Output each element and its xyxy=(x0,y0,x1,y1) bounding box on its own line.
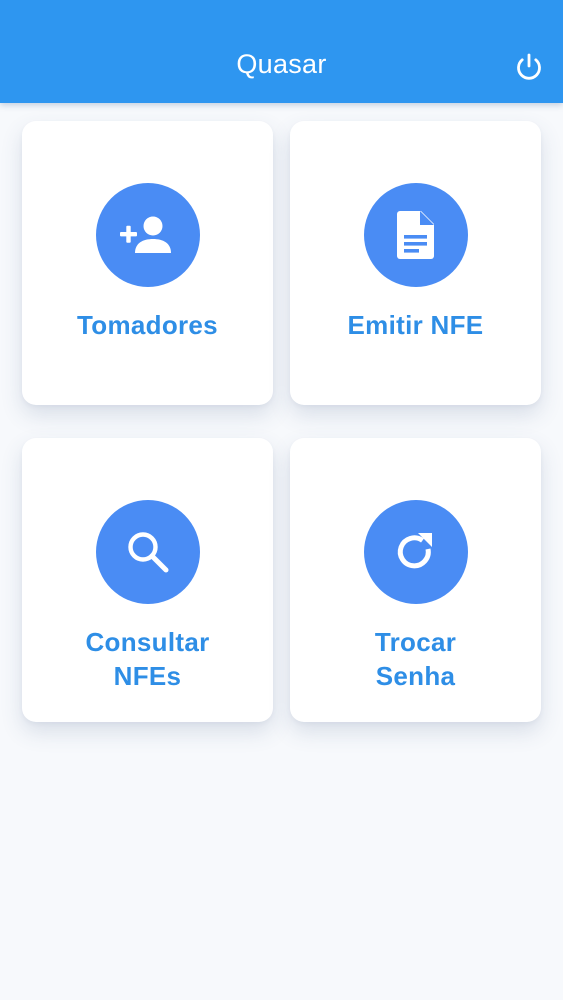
app-bar: Quasar xyxy=(0,0,563,103)
menu-card-trocar-senha[interactable]: Trocar Senha xyxy=(290,438,541,722)
label-line: Consultar xyxy=(85,627,210,657)
icon-circle xyxy=(96,500,200,604)
label-line: Senha xyxy=(375,661,456,691)
menu-card-consultar-nfes[interactable]: Consultar NFEs xyxy=(22,438,273,722)
menu-card-label: Trocar Senha xyxy=(290,625,541,693)
label-line: Trocar xyxy=(374,627,457,657)
document-icon xyxy=(397,211,434,259)
search-icon xyxy=(128,532,169,573)
label-line: Emitir NFE xyxy=(347,310,484,340)
menu-card-label: Consultar NFEs xyxy=(22,625,273,693)
label-line: NFEs xyxy=(113,661,182,691)
icon-circle xyxy=(364,183,468,287)
menu-card-emitir-nfe[interactable]: Emitir NFE xyxy=(290,121,541,405)
label-line: Tomadores xyxy=(77,310,218,340)
icon-circle xyxy=(364,500,468,604)
refresh-icon xyxy=(397,533,432,569)
icon-circle xyxy=(96,183,200,287)
app-title: Quasar xyxy=(236,49,327,79)
logout-button[interactable] xyxy=(512,50,546,84)
power-icon xyxy=(517,53,541,80)
menu-card-tomadores[interactable]: Tomadores xyxy=(22,121,273,405)
menu-card-label: Tomadores xyxy=(22,308,273,342)
menu-card-label: Emitir NFE xyxy=(290,308,541,342)
person-add-icon xyxy=(120,216,171,253)
